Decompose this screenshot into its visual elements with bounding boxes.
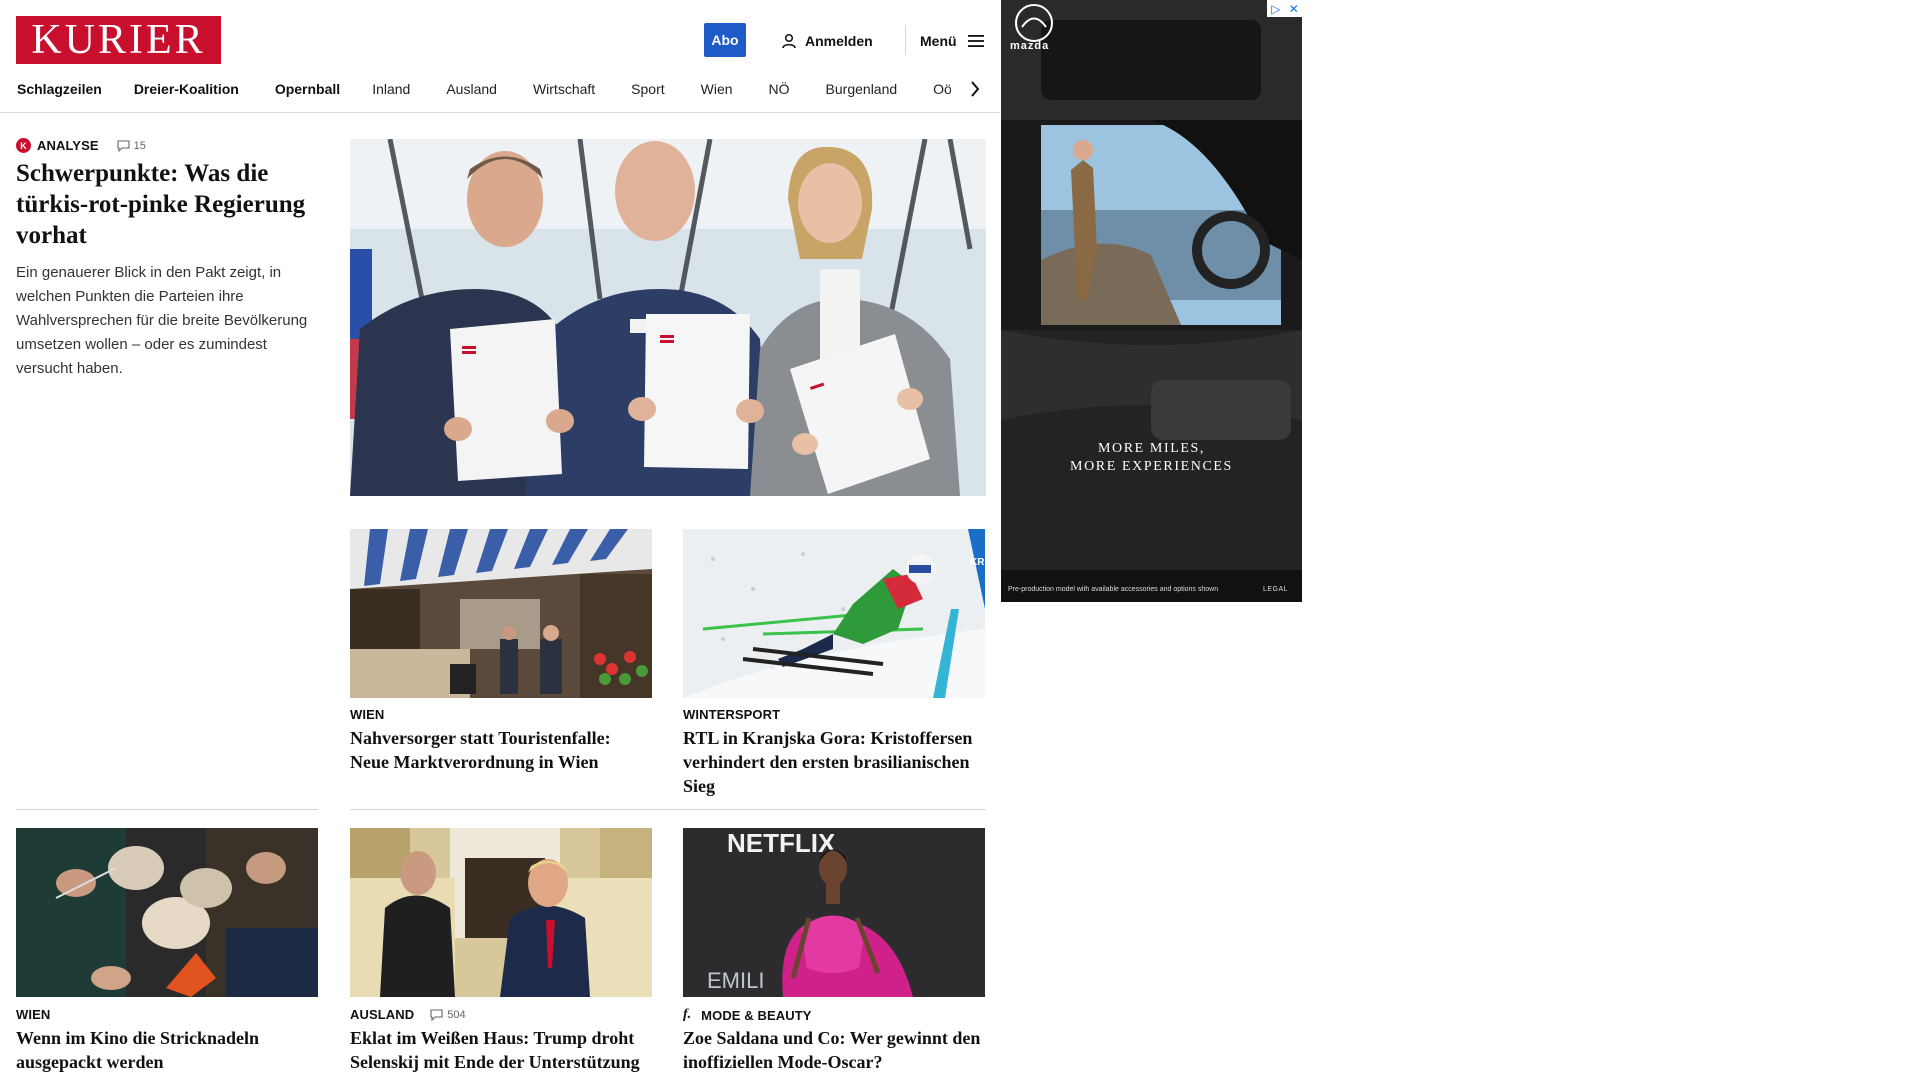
article-title[interactable]: Eklat im Weißen Haus: Trump droht Selens… <box>350 1026 650 1074</box>
ad-image <box>1001 0 1302 602</box>
article-kicker: AUSLAND <box>350 1007 415 1022</box>
menu-label: Menü <box>920 33 957 49</box>
lead-photo-image <box>350 139 986 496</box>
nav-item-dreier-koalition[interactable]: Dreier-Koalition <box>134 81 239 97</box>
login-button[interactable]: Anmelden <box>781 29 873 53</box>
menu-button[interactable]: Menü <box>920 29 985 53</box>
logo-text: KURIER <box>31 17 206 63</box>
nav-item-sport[interactable]: Sport <box>631 81 664 97</box>
ski-image: KR <box>683 529 985 698</box>
ski-banner-text: KR <box>970 557 985 568</box>
abo-button[interactable]: Abo <box>704 23 746 57</box>
hamburger-icon <box>967 35 984 47</box>
netflix-image: NETFLIX EMILI <box>683 828 985 997</box>
ad-brand: mazda <box>1010 40 1050 52</box>
lead-teaser: Ein genauerer Blick in den Pakt zeigt, i… <box>16 264 308 377</box>
nav-scroll-right-button[interactable] <box>965 76 985 102</box>
article-photo-white-house[interactable] <box>350 828 652 997</box>
mazda-ad[interactable] <box>1001 0 1302 602</box>
knitting-image <box>16 828 318 997</box>
nav-item-noe[interactable]: NÖ <box>769 81 790 97</box>
article-kicker-row: WIEN <box>350 707 384 722</box>
article-title[interactable]: RTL in Kranjska Gora: Kristoffersen verh… <box>683 726 983 798</box>
close-icon[interactable]: ✕ <box>1289 2 1299 16</box>
lead-title[interactable]: Schwerpunkte: Was die türkis-rot-pinke R… <box>16 158 306 251</box>
kurier-plus-badge: K <box>16 138 31 153</box>
section-nav: Schlagzeilen Dreier-Koalition Opernball … <box>17 76 982 102</box>
ad-claim: MORE MILES, MORE EXPERIENCES <box>1001 440 1302 476</box>
comment-icon <box>430 1008 443 1021</box>
user-icon <box>782 33 796 49</box>
article-comment-count: 504 <box>447 1008 466 1021</box>
ad-disclaimer: Pre-production model with available acce… <box>1008 586 1219 593</box>
article-kicker: MODE & BEAUTY <box>701 1007 812 1023</box>
kurier-logo[interactable]: KURIER <box>16 16 221 64</box>
ad-claim-line1: MORE MILES, <box>1097 441 1206 456</box>
header-divider <box>905 25 906 55</box>
nav-bottom-border <box>0 112 1000 113</box>
ad-legal-link[interactable]: LEGAL <box>1263 586 1288 593</box>
backdrop-lettering: EMILI <box>707 968 764 993</box>
nav-item-ausland[interactable]: Ausland <box>446 81 497 97</box>
article-photo-knitting[interactable] <box>16 828 318 997</box>
article-title[interactable]: Zoe Saldana und Co: Wer gewinnt den inof… <box>683 1026 983 1074</box>
nav-item-schlagzeilen[interactable]: Schlagzeilen <box>17 81 102 97</box>
ad-claim-line2: MORE EXPERIENCES <box>1070 459 1233 474</box>
white-house-image <box>350 828 652 997</box>
nav-item-burgenland[interactable]: Burgenland <box>826 81 898 97</box>
netflix-backdrop-text: NETFLIX <box>727 828 836 858</box>
comment-icon <box>117 139 130 152</box>
article-kicker: WIEN <box>350 707 385 722</box>
article-photo-market[interactable] <box>350 529 652 698</box>
nav-item-inland[interactable]: Inland <box>372 81 410 97</box>
ad-choices[interactable]: ▷ ✕ <box>1267 0 1303 17</box>
row-divider <box>16 809 318 810</box>
nav-item-wirtschaft[interactable]: Wirtschaft <box>533 81 595 97</box>
nav-item-wien[interactable]: Wien <box>701 81 733 97</box>
row-divider <box>350 809 986 810</box>
article-kicker-row: AUSLAND 504 <box>350 1007 466 1022</box>
lead-meta: K ANALYSE 15 <box>16 138 146 153</box>
article-kicker-row: WINTERSPORT <box>683 707 780 722</box>
chevron-right-icon <box>971 81 980 97</box>
lead-comments[interactable]: 15 <box>117 140 146 152</box>
adchoices-icon[interactable]: ▷ <box>1271 2 1280 16</box>
article-photo-ski[interactable]: KR <box>683 529 985 698</box>
abo-label: Abo <box>711 32 739 48</box>
market-image <box>350 529 652 698</box>
article-comments[interactable]: 504 <box>430 1008 466 1021</box>
article-kicker: WINTERSPORT <box>683 707 781 722</box>
lead-comment-count: 15 <box>133 139 146 152</box>
article-title[interactable]: Nahversorger statt Touristenfalle: Neue … <box>350 726 650 774</box>
login-label: Anmelden <box>805 33 873 49</box>
article-kicker-row: WIEN <box>16 1007 50 1022</box>
article-kicker-row: f. MODE & BEAUTY <box>683 1007 812 1023</box>
article-kicker: WIEN <box>16 1007 51 1022</box>
nav-item-opernball[interactable]: Opernball <box>275 81 340 97</box>
lead-kicker: ANALYSE <box>37 138 99 153</box>
freizeit-icon: f. <box>683 1007 692 1022</box>
lead-photo[interactable] <box>350 139 986 496</box>
article-title[interactable]: Wenn im Kino die Stricknadeln ausgepackt… <box>16 1026 316 1074</box>
article-photo-netflix[interactable]: NETFLIX EMILI <box>683 828 985 997</box>
